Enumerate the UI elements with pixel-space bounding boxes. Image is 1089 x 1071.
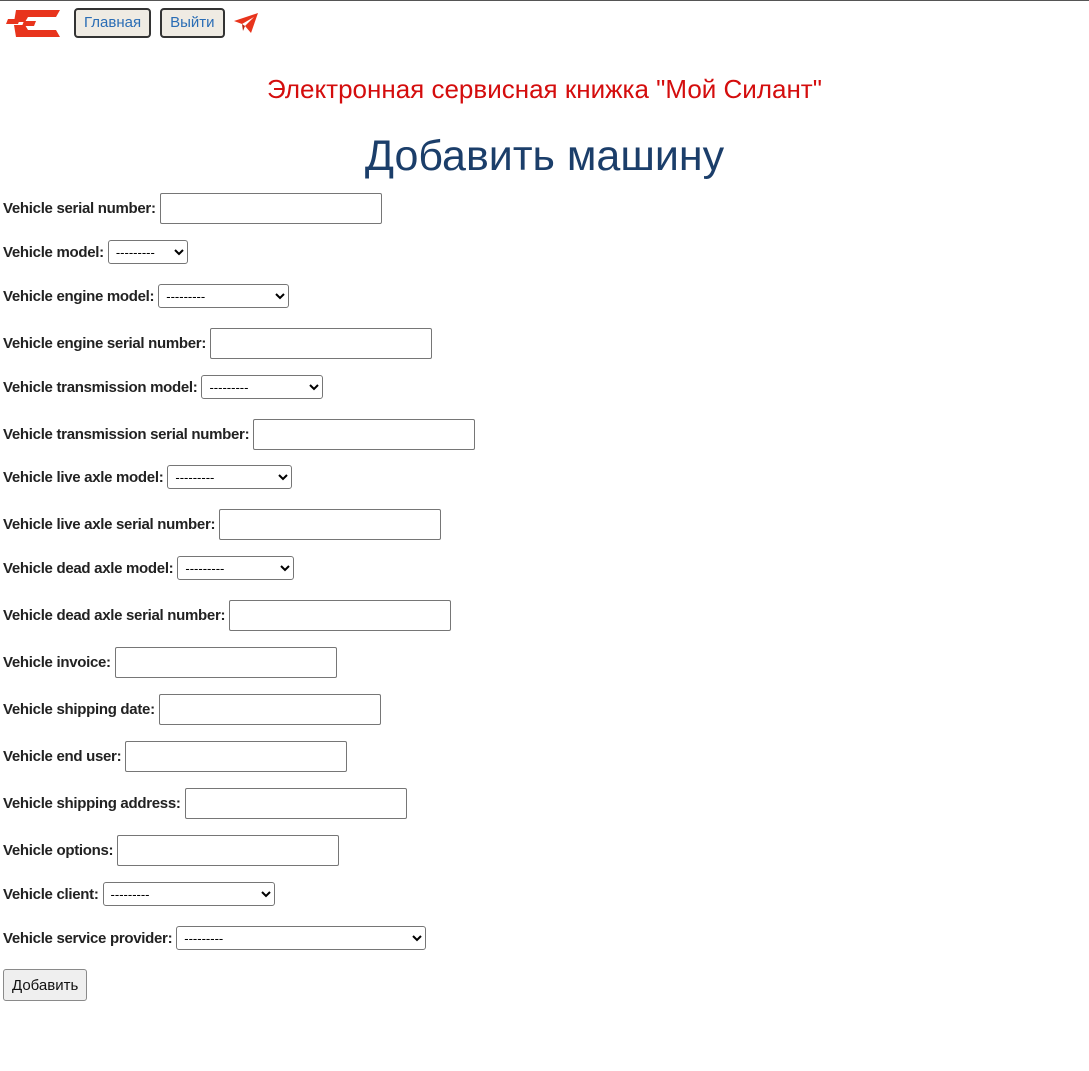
client-label: Vehicle client: (3, 885, 99, 903)
engine-serial-input[interactable] (210, 328, 433, 359)
field-row-engine-model: Vehicle engine model: --------- (3, 284, 290, 308)
top-bar: Главная Выйти (6, 8, 259, 38)
serial-number-input[interactable] (159, 193, 382, 224)
dead-axle-model-select[interactable]: --------- (177, 556, 295, 580)
field-row-model: Vehicle model: --------- (3, 240, 188, 264)
live-axle-serial-label: Vehicle live axle serial number: (3, 516, 216, 533)
field-row-end-user: Vehicle end user: (3, 741, 348, 772)
transmission-model-label: Vehicle transmission model: (3, 378, 198, 396)
dead-axle-serial-label: Vehicle dead axle serial number: (3, 607, 226, 624)
field-row-client: Vehicle client: --------- (3, 882, 275, 906)
field-row-options: Vehicle options: (3, 835, 340, 866)
serial-number-label: Vehicle serial number: (3, 200, 156, 217)
end-user-label: Vehicle end user: (3, 748, 122, 765)
invoice-label: Vehicle invoice: (3, 654, 111, 671)
field-row-live-axle-serial: Vehicle live axle serial number: (3, 509, 442, 540)
invoice-input[interactable] (114, 647, 337, 678)
field-row-engine-serial: Vehicle engine serial number: (3, 328, 433, 359)
field-row-dead-axle-serial: Vehicle dead axle serial number: (3, 600, 452, 631)
page: Главная Выйти Электронная сервисная книж… (0, 0, 1089, 1071)
dead-axle-model-label: Vehicle dead axle model: (3, 559, 174, 577)
logout-button[interactable]: Выйти (160, 8, 225, 38)
field-row-service-provider: Vehicle service provider: --------- (3, 926, 427, 950)
engine-serial-label: Vehicle engine serial number: (3, 335, 207, 352)
engine-model-label: Vehicle engine model: (3, 287, 155, 305)
page-subtitle: Электронная сервисная книжка "Мой Силант… (267, 74, 822, 104)
field-row-shipping-date: Vehicle shipping date: (3, 694, 381, 725)
submit-button[interactable]: Добавить (3, 969, 88, 1001)
live-axle-model-select[interactable]: --------- (167, 465, 293, 489)
service-provider-label: Vehicle service provider: (3, 929, 173, 947)
field-row-transmission-serial: Vehicle transmission serial number: (3, 419, 476, 450)
end-user-input[interactable] (125, 741, 348, 772)
field-row-transmission-model: Vehicle transmission model: --------- (3, 375, 324, 399)
shipping-date-label: Vehicle shipping date: (3, 701, 155, 718)
field-row-live-axle-model: Vehicle live axle model: --------- (3, 465, 293, 489)
model-select[interactable]: --------- (107, 240, 188, 264)
shipping-date-input[interactable] (158, 694, 381, 725)
field-row-serial-number: Vehicle serial number: (3, 193, 382, 224)
silant-logo-icon[interactable] (6, 8, 62, 38)
options-input[interactable] (117, 835, 340, 866)
page-title: Добавить машину (364, 132, 725, 180)
options-label: Vehicle options: (3, 842, 114, 859)
field-row-dead-axle-model: Vehicle dead axle model: --------- (3, 556, 295, 580)
field-row-invoice: Vehicle invoice: (3, 647, 337, 678)
live-axle-model-label: Vehicle live axle model: (3, 468, 164, 486)
live-axle-serial-input[interactable] (219, 509, 442, 540)
telegram-icon[interactable] (233, 11, 259, 35)
shipping-address-input[interactable] (184, 788, 407, 819)
dead-axle-serial-input[interactable] (229, 600, 452, 631)
transmission-model-select[interactable]: --------- (201, 375, 324, 399)
transmission-serial-label: Vehicle transmission serial number: (3, 426, 250, 443)
service-provider-select[interactable]: --------- (176, 926, 427, 950)
transmission-serial-input[interactable] (253, 419, 476, 450)
field-row-shipping-address: Vehicle shipping address: (3, 788, 407, 819)
shipping-address-label: Vehicle shipping address: (3, 795, 181, 812)
home-button[interactable]: Главная (74, 8, 152, 38)
model-label: Vehicle model: (3, 243, 104, 261)
engine-model-select[interactable]: --------- (158, 284, 290, 308)
client-select[interactable]: --------- (102, 882, 275, 906)
